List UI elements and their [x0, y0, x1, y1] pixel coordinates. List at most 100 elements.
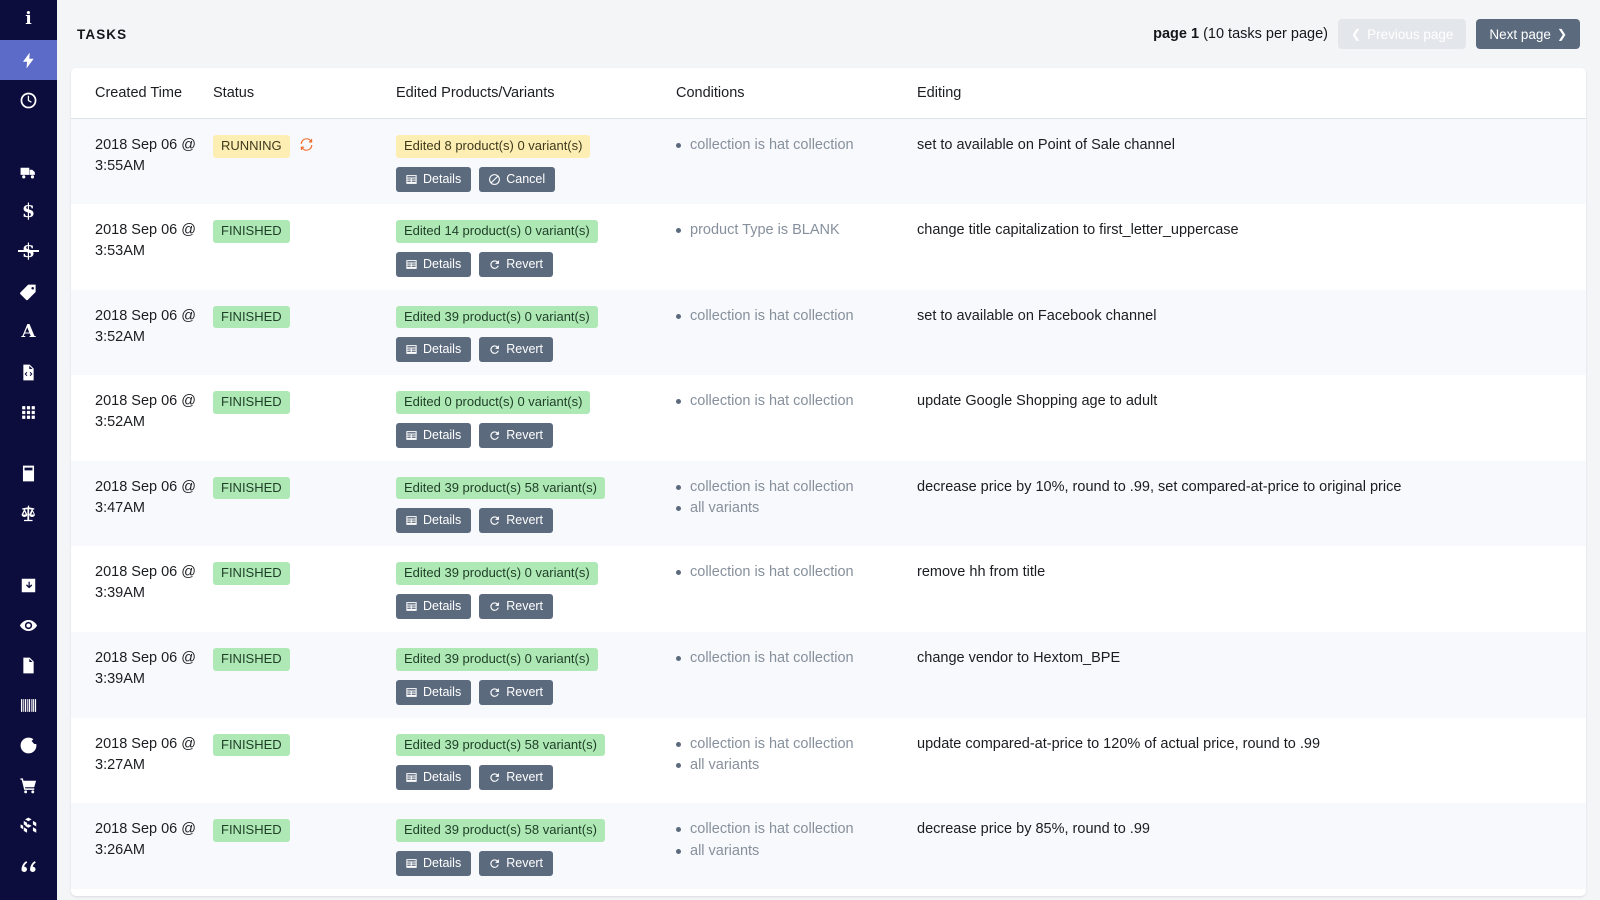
table-body: 2018 Sep 06 @ 3:55AM RUNNING Edited 8 prod…: [71, 118, 1586, 889]
chevron-left-icon: ❮: [1351, 27, 1362, 41]
refresh-icon[interactable]: [299, 137, 314, 156]
conditions-list: collection is hat collection: [676, 306, 917, 327]
sidebar-item-grid[interactable]: [0, 392, 57, 432]
list-icon: [405, 258, 418, 271]
revert-button[interactable]: Revert: [479, 251, 554, 277]
details-button[interactable]: Details: [396, 594, 472, 620]
cell-editing: set to available on Point of Sale channe…: [917, 119, 1586, 205]
sidebar-item-dollar-strike[interactable]: $: [0, 232, 57, 272]
cart-icon: [19, 776, 38, 795]
truck-icon: [19, 163, 38, 182]
rotate-left-icon: [488, 514, 501, 527]
cell-editing: decrease price by 85%, round to .99: [917, 803, 1586, 889]
pagination-page-number: page 1: [1153, 26, 1200, 42]
conditions-list: collection is hat collection all variants: [676, 477, 917, 520]
cell-conditions: collection is hat collection all variants: [676, 461, 917, 547]
cell-created-time: 2018 Sep 06 @ 3:52AM: [95, 307, 196, 345]
row-action-buttons: Details Revert: [396, 850, 662, 876]
condition-item: product Type is BLANK: [676, 220, 917, 241]
cell-status: RUNNING: [213, 119, 396, 205]
clock-icon: [19, 91, 38, 110]
scales-icon: [19, 504, 38, 523]
quote-icon: [19, 856, 38, 875]
table-header: Created Time Status Edited Products/Vari…: [71, 68, 1586, 119]
details-button[interactable]: Details: [396, 166, 472, 192]
cell-status: FINISHED: [213, 290, 396, 376]
row-action-buttons: Details Revert: [396, 508, 662, 534]
list-icon: [405, 771, 418, 784]
row-action-buttons: Details Revert: [396, 251, 662, 277]
details-button[interactable]: Details: [396, 251, 472, 277]
sidebar-item-inbox-down[interactable]: [0, 565, 57, 605]
sidebar-item-quote[interactable]: [0, 845, 57, 885]
revert-button[interactable]: Revert: [479, 850, 554, 876]
sidebar-item-barcode[interactable]: [0, 685, 57, 725]
revert-button-label: Revert: [506, 342, 544, 357]
revert-button[interactable]: Revert: [479, 422, 554, 448]
revert-button[interactable]: Revert: [479, 508, 554, 534]
details-button[interactable]: Details: [396, 679, 472, 705]
sidebar-item-letter-a[interactable]: A: [0, 312, 57, 352]
sidebar-item-code-file[interactable]: [0, 352, 57, 392]
revert-button[interactable]: Revert: [479, 679, 554, 705]
sidebar-item-google[interactable]: [0, 725, 57, 765]
rotate-left-icon: [488, 771, 501, 784]
next-page-button[interactable]: Next page ❯: [1476, 19, 1580, 49]
sidebar-item-tag[interactable]: [0, 272, 57, 312]
status-wrapper: FINISHED: [213, 562, 396, 586]
sidebar-item-boxes[interactable]: [0, 805, 57, 845]
cell-edited-products: Edited 8 product(s) 0 variant(s) Details C…: [396, 119, 676, 205]
sidebar-divider: [0, 533, 57, 565]
cell-conditions: collection is hat collection all variants: [676, 718, 917, 804]
condition-item: collection is hat collection: [676, 306, 917, 327]
previous-page-button[interactable]: ❮ Previous page: [1338, 19, 1467, 49]
conditions-list: product Type is BLANK: [676, 220, 917, 241]
status-wrapper: FINISHED: [213, 220, 396, 243]
cell-editing: change title capitalization to first_let…: [917, 204, 1586, 290]
sidebar-item-dollar[interactable]: $: [0, 192, 57, 232]
edited-count-badge: Edited 8 product(s) 0 variant(s): [396, 135, 591, 158]
table-row: 2018 Sep 06 @ 3:26AM FINISHED Edited 39 pr…: [71, 803, 1586, 889]
condition-item: all variants: [676, 841, 917, 862]
list-icon: [405, 173, 418, 186]
details-button[interactable]: Details: [396, 850, 472, 876]
sidebar-item-cart[interactable]: [0, 765, 57, 805]
sidebar-item-bolt[interactable]: [0, 40, 57, 80]
details-button[interactable]: Details: [396, 337, 472, 363]
column-header-edited-products: Edited Products/Variants: [396, 68, 676, 119]
table-row: 2018 Sep 06 @ 3:55AM RUNNING Edited 8 prod…: [71, 118, 1586, 205]
revert-button[interactable]: Revert: [479, 594, 554, 620]
row-action-buttons: Details Revert: [396, 765, 662, 791]
dollar-icon: $: [21, 200, 36, 222]
details-button[interactable]: Details: [396, 422, 472, 448]
revert-button[interactable]: Revert: [479, 337, 554, 363]
row-action-buttons: Details Revert: [396, 594, 662, 620]
ban-icon: [488, 173, 501, 186]
sidebar-item-calculator[interactable]: [0, 453, 57, 493]
edited-count-badge: Edited 39 product(s) 0 variant(s): [396, 648, 598, 671]
row-action-buttons: Details Cancel: [396, 166, 662, 192]
row-action-buttons: Details Revert: [396, 337, 662, 363]
pagination-per-page: (10 tasks per page): [1199, 26, 1329, 42]
sidebar-item-truck[interactable]: [0, 152, 57, 192]
sidebar-item-info[interactable]: i: [0, 0, 57, 40]
status-wrapper: FINISHED: [213, 305, 396, 329]
cancel-button[interactable]: Cancel: [479, 166, 556, 192]
condition-item: all variants: [676, 498, 917, 519]
table-header-row: Created Time Status Edited Products/Vari…: [71, 68, 1586, 119]
details-button[interactable]: Details: [396, 508, 472, 534]
sidebar-item-scales[interactable]: [0, 493, 57, 533]
editing-description: set to available on Facebook channel: [917, 307, 1157, 324]
cell-edited-products: Edited 39 product(s) 58 variant(s) Detail…: [396, 461, 676, 547]
sidebar-item-clock[interactable]: [0, 80, 57, 120]
conditions-list: collection is hat collection: [676, 562, 917, 583]
condition-item: collection is hat collection: [676, 135, 917, 156]
table-row: 2018 Sep 06 @ 3:52AM FINISHED Edited 39 pr…: [71, 289, 1586, 376]
details-button-label: Details: [423, 171, 462, 186]
edited-count-badge: Edited 39 product(s) 58 variant(s): [396, 476, 605, 500]
revert-button[interactable]: Revert: [479, 765, 554, 791]
sidebar-item-eye[interactable]: [0, 605, 57, 645]
sidebar-item-document[interactable]: [0, 645, 57, 685]
cell-edited-products: Edited 39 product(s) 58 variant(s) Detail…: [396, 718, 676, 804]
details-button[interactable]: Details: [396, 765, 472, 791]
